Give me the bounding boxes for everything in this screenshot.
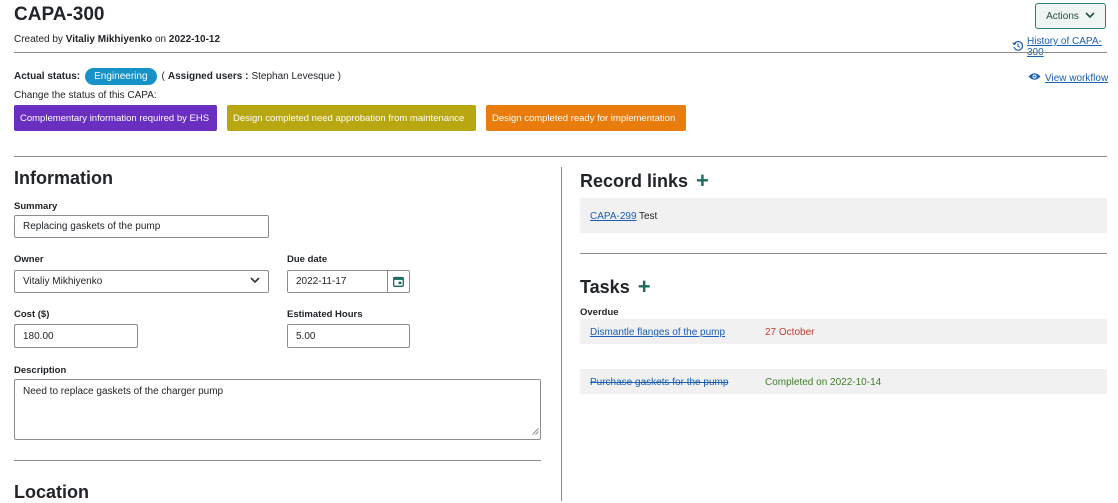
calendar-icon[interactable] [387,271,409,292]
due-date-input[interactable]: 2022-11-17 [287,270,410,293]
actions-dropdown-button[interactable]: Actions [1035,3,1106,29]
record-links-divider [580,253,1107,254]
description-label: Description [14,365,67,376]
description-value: Need to replace gaskets of the charger p… [23,386,224,397]
column-divider [561,167,562,501]
location-heading: Location [14,482,89,502]
task-due-status: 27 October [765,327,815,338]
view-workflow-link[interactable]: View workflow [1028,72,1108,84]
header-divider [14,52,1107,53]
status-badge: Engineering [85,68,157,85]
information-heading: Information [14,168,113,188]
overdue-label: Overdue [580,307,619,318]
status-button-need-approbation[interactable]: Design completed need approbation from m… [227,105,476,131]
cost-label: Cost ($) [14,309,50,320]
summary-label: Summary [14,201,58,212]
history-link[interactable]: History of CAPA-300 [1012,36,1118,58]
due-date-label: Due date [287,254,328,265]
estimated-hours-label: Estimated Hours [287,309,363,320]
record-link-row [580,198,1107,233]
created-prefix: Created by [14,34,63,45]
status-row: Actual status: Engineering ( Assigned us… [14,68,341,85]
status-divider [14,156,1107,157]
view-workflow-label: View workflow [1045,72,1109,84]
chevron-down-icon [1085,11,1095,22]
status-button-complementary-info[interactable]: Complementary information required by EH… [14,105,217,131]
owner-select[interactable]: Vitaliy Mikhiyenko [14,270,269,293]
tasks-title: Tasks [580,276,630,297]
record-link-capa-299[interactable]: CAPA-299 [590,211,637,222]
tasks-heading: Tasks + [580,276,651,298]
summary-input[interactable]: Replacing gaskets of the pump [14,215,269,238]
actual-status-label: Actual status: [14,71,81,82]
created-on-word: on [155,34,167,45]
description-textarea[interactable]: Need to replace gaskets of the charger p… [14,379,541,440]
add-record-link-icon[interactable]: + [696,170,709,192]
task-link-purchase-gaskets[interactable]: Purchase gaskets for the pump [590,377,728,388]
cost-input[interactable]: 180.00 [14,324,138,348]
actions-label: Actions [1046,10,1079,22]
resize-handle-icon[interactable] [532,427,539,438]
created-date: 2022-10-12 [168,34,221,45]
estimated-hours-input[interactable]: 5.00 [287,324,410,348]
created-by: Vitaliy Mikhiyenko [65,34,153,45]
owner-label: Owner [14,254,44,265]
record-links-title: Record links [580,170,689,191]
created-info: Created by Vitaliy Mikhiyenko on 2022-10… [14,34,220,45]
task-link-dismantle-flanges[interactable]: Dismantle flanges of the pump [590,327,725,338]
information-divider [14,460,541,461]
owner-value: Vitaliy Mikhiyenko [23,276,103,287]
status-button-ready-implementation[interactable]: Design completed ready for implementatio… [486,105,686,131]
change-status-label: Change the status of this CAPA: [14,90,157,101]
due-date-value: 2022-11-17 [296,276,347,287]
page-title: CAPA-300 [14,4,105,25]
assigned-users-value: Stephan Levesque ) [251,71,341,82]
chevron-down-icon [250,276,260,287]
record-link-text: Test [639,211,658,222]
eye-icon [1028,72,1041,84]
history-label: History of CAPA-300 [1027,36,1102,58]
task-completed-status: Completed on 2022-10-14 [765,377,882,388]
assigned-open-paren: ( [161,71,165,82]
record-links-heading: Record links + [580,170,709,192]
add-task-icon[interactable]: + [638,276,651,298]
assigned-users-label: Assigned users : [167,71,249,82]
